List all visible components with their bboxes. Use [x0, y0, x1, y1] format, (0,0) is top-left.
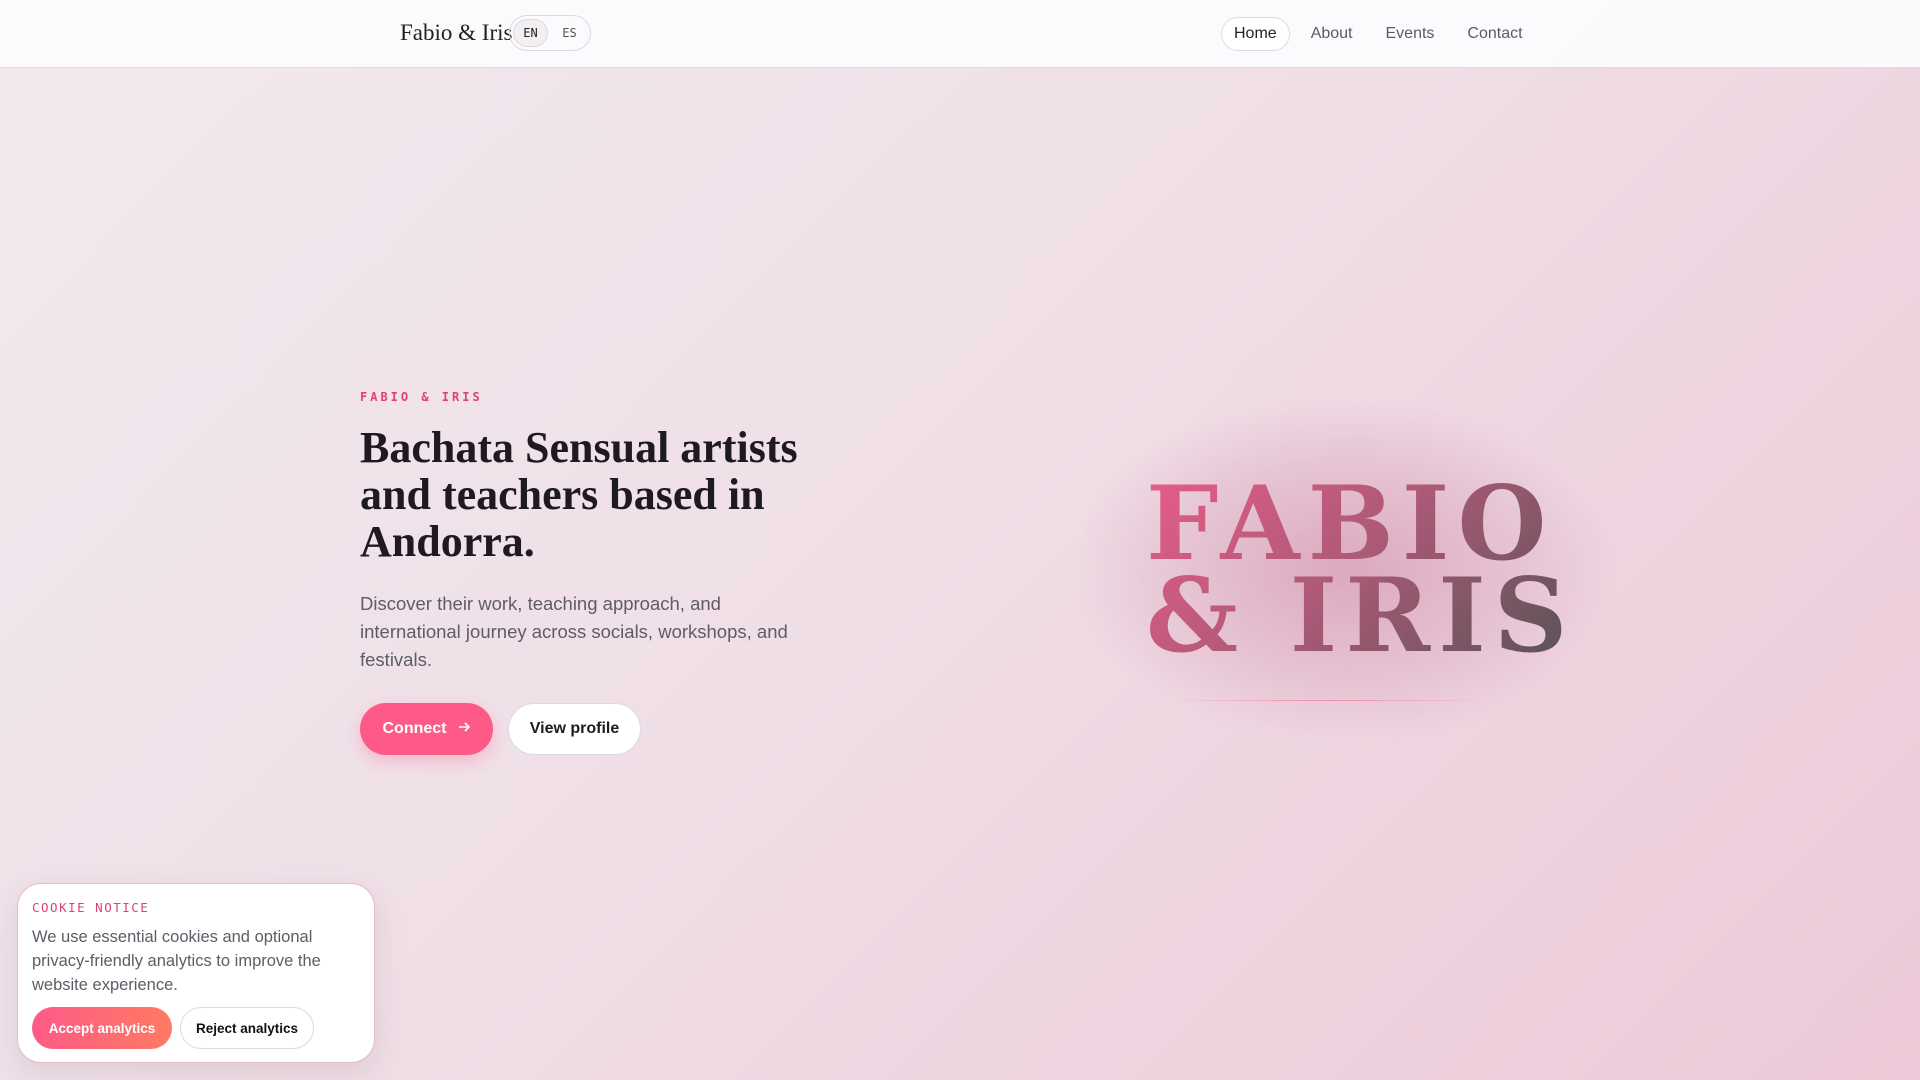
lang-es-button[interactable]: ES [552, 19, 587, 47]
site-header: Fabio & Iris EN ES Home About Events Con… [0, 0, 1920, 68]
cookie-label: COOKIE NOTICE [32, 900, 150, 915]
nav-about[interactable]: About [1297, 17, 1367, 51]
hero-divider [1170, 700, 1490, 701]
lang-en-button[interactable]: EN [513, 19, 549, 47]
nav-home[interactable]: Home [1221, 17, 1290, 51]
brand-logo[interactable]: Fabio & Iris [400, 20, 512, 46]
view-profile-button[interactable]: View profile [508, 703, 641, 755]
hero-eyebrow: FABIO & IRIS [360, 390, 483, 404]
nav-contact[interactable]: Contact [1453, 17, 1536, 51]
language-switcher: EN ES [509, 15, 591, 51]
nav-events[interactable]: Events [1372, 17, 1449, 51]
cookie-banner: COOKIE NOTICE We use essential cookies a… [17, 883, 375, 1063]
main-nav: Home About Events Contact [1221, 17, 1542, 51]
arrow-right-icon [457, 720, 471, 739]
reject-analytics-button[interactable]: Reject analytics [180, 1007, 314, 1049]
connect-button[interactable]: Connect [360, 703, 493, 755]
accept-analytics-button[interactable]: Accept analytics [32, 1007, 172, 1049]
hero-title: Bachata Sensual artists and teachers bas… [360, 423, 798, 566]
hero-display-text: FABIO & IRIS [1146, 464, 1576, 676]
connect-label: Connect [382, 720, 447, 737]
cookie-text: We use essential cookies and optional pr… [32, 928, 321, 994]
hero-lead: Discover their work, teaching approach, … [360, 593, 788, 670]
